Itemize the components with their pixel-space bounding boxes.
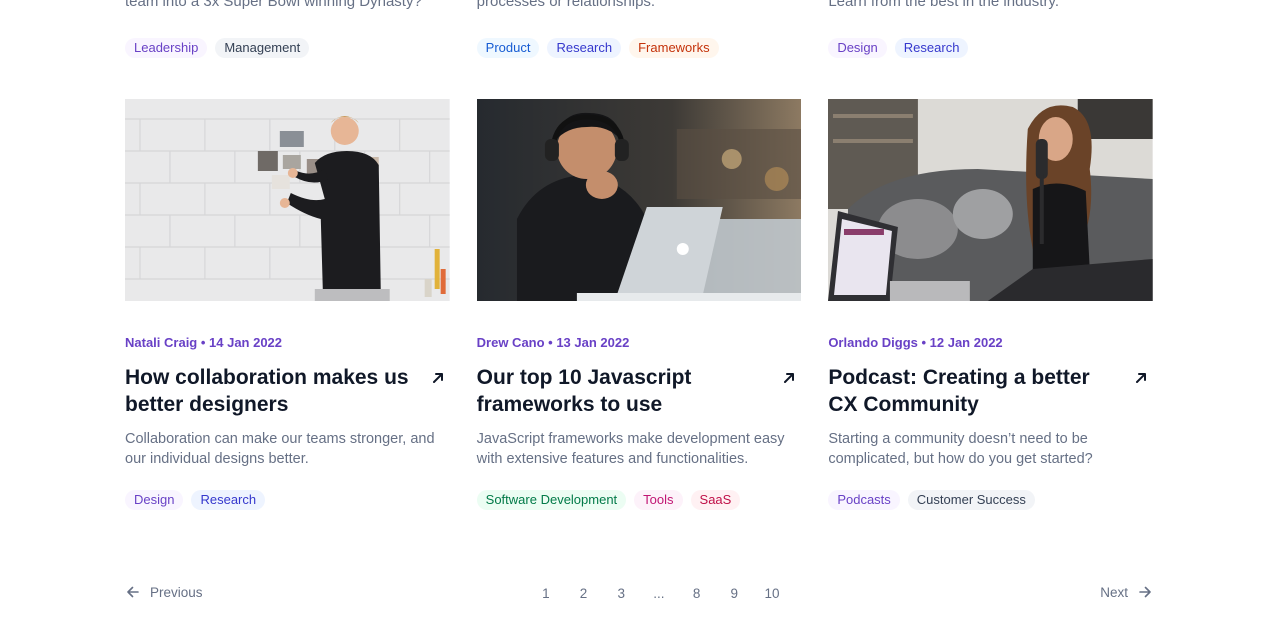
post-author-date: Drew Cano • 13 Jan 2022 (476, 335, 630, 350)
post-thumbnail[interactable] (476, 99, 802, 301)
arrow-right-icon (1139, 586, 1151, 598)
post-description: Starting a community doesn’t need to be … (828, 431, 1093, 467)
post-description: Learn from the best in the industry. (828, 0, 1059, 10)
top-posts-row: team into a 3x Super Bowl winning Dynast… (125, 0, 1153, 58)
post-title[interactable]: Our top 10 Javascript frameworks to use (477, 364, 767, 418)
post-description: JavaScript frameworks make development e… (476, 431, 785, 467)
blog-card[interactable]: Orlando Diggs • 12 Jan 2022 Podcast: Cre… (828, 99, 1153, 510)
tag[interactable]: Management (215, 38, 310, 58)
post-description: Collaboration can make our teams stronge… (125, 431, 435, 467)
post-thumbnail[interactable] (125, 99, 450, 301)
previous-page-button[interactable]: Previous (125, 584, 203, 600)
page-number[interactable]: 9 (715, 584, 753, 604)
page-number[interactable]: 8 (678, 584, 716, 604)
next-page-button[interactable]: Next (1100, 584, 1153, 600)
tag[interactable]: Research (547, 38, 622, 58)
page-number[interactable]: 2 (565, 584, 603, 604)
tag[interactable]: Design (828, 38, 887, 58)
arrow-up-right-icon[interactable] (777, 366, 801, 390)
arrow-left-icon (127, 586, 139, 598)
post-description: processes or relationships. (476, 0, 656, 10)
post-description: team into a 3x Super Bowl winning Dynast… (125, 0, 422, 10)
tag[interactable]: Design (125, 490, 184, 510)
arrow-up-right-icon[interactable] (426, 366, 450, 390)
tag-list: Design Research (125, 490, 450, 510)
page-number[interactable]: 1 (527, 584, 565, 604)
blog-card[interactable]: Drew Cano • 13 Jan 2022 Our top 10 Javas… (476, 99, 802, 510)
arrow-up-right-icon[interactable] (1129, 366, 1153, 390)
tag[interactable]: Leadership (125, 38, 208, 58)
next-label: Next (1100, 584, 1128, 600)
tag-list: Software Development Tools SaaS (476, 490, 802, 510)
page-number[interactable]: 10 (753, 584, 791, 604)
page-number[interactable]: 3 (602, 584, 640, 604)
page-ellipsis: ... (653, 586, 665, 601)
pagination: Previous 1 2 3 ... 8 9 10 Next (125, 584, 1153, 604)
top-post-1[interactable]: team into a 3x Super Bowl winning Dynast… (125, 0, 450, 58)
tag[interactable]: Research (894, 38, 969, 58)
top-post-2[interactable]: processes or relationships. Product Rese… (476, 0, 802, 58)
tag[interactable]: Software Development (476, 490, 627, 510)
post-title[interactable]: Podcast: Creating a better CX Community (828, 364, 1118, 418)
post-author-date: Natali Craig • 14 Jan 2022 (125, 335, 283, 350)
post-title[interactable]: How collaboration makes us better design… (125, 364, 415, 418)
tag[interactable]: Frameworks (629, 38, 719, 58)
tag-list: Podcasts Customer Success (828, 490, 1153, 510)
top-post-3[interactable]: Learn from the best in the industry. Des… (828, 0, 1153, 58)
page-numbers: 1 2 3 ... 8 9 10 (527, 584, 791, 604)
tag[interactable]: Customer Success (907, 490, 1035, 510)
post-thumbnail[interactable] (828, 99, 1153, 301)
previous-label: Previous (150, 584, 203, 600)
tag[interactable]: SaaS (690, 490, 741, 510)
tag-list: Design Research (828, 38, 969, 58)
blog-card[interactable]: Natali Craig • 14 Jan 2022 How collabora… (125, 99, 450, 510)
tag[interactable]: Research (191, 490, 266, 510)
blog-cards-row: Natali Craig • 14 Jan 2022 How collabora… (125, 99, 1153, 510)
post-author-date: Orlando Diggs • 12 Jan 2022 (828, 335, 1003, 350)
tag[interactable]: Podcasts (828, 490, 900, 510)
tag-list: Leadership Management (125, 38, 310, 58)
tag[interactable]: Tools (634, 490, 683, 510)
tag-list: Product Research Frameworks (476, 38, 719, 58)
tag[interactable]: Product (476, 38, 540, 58)
